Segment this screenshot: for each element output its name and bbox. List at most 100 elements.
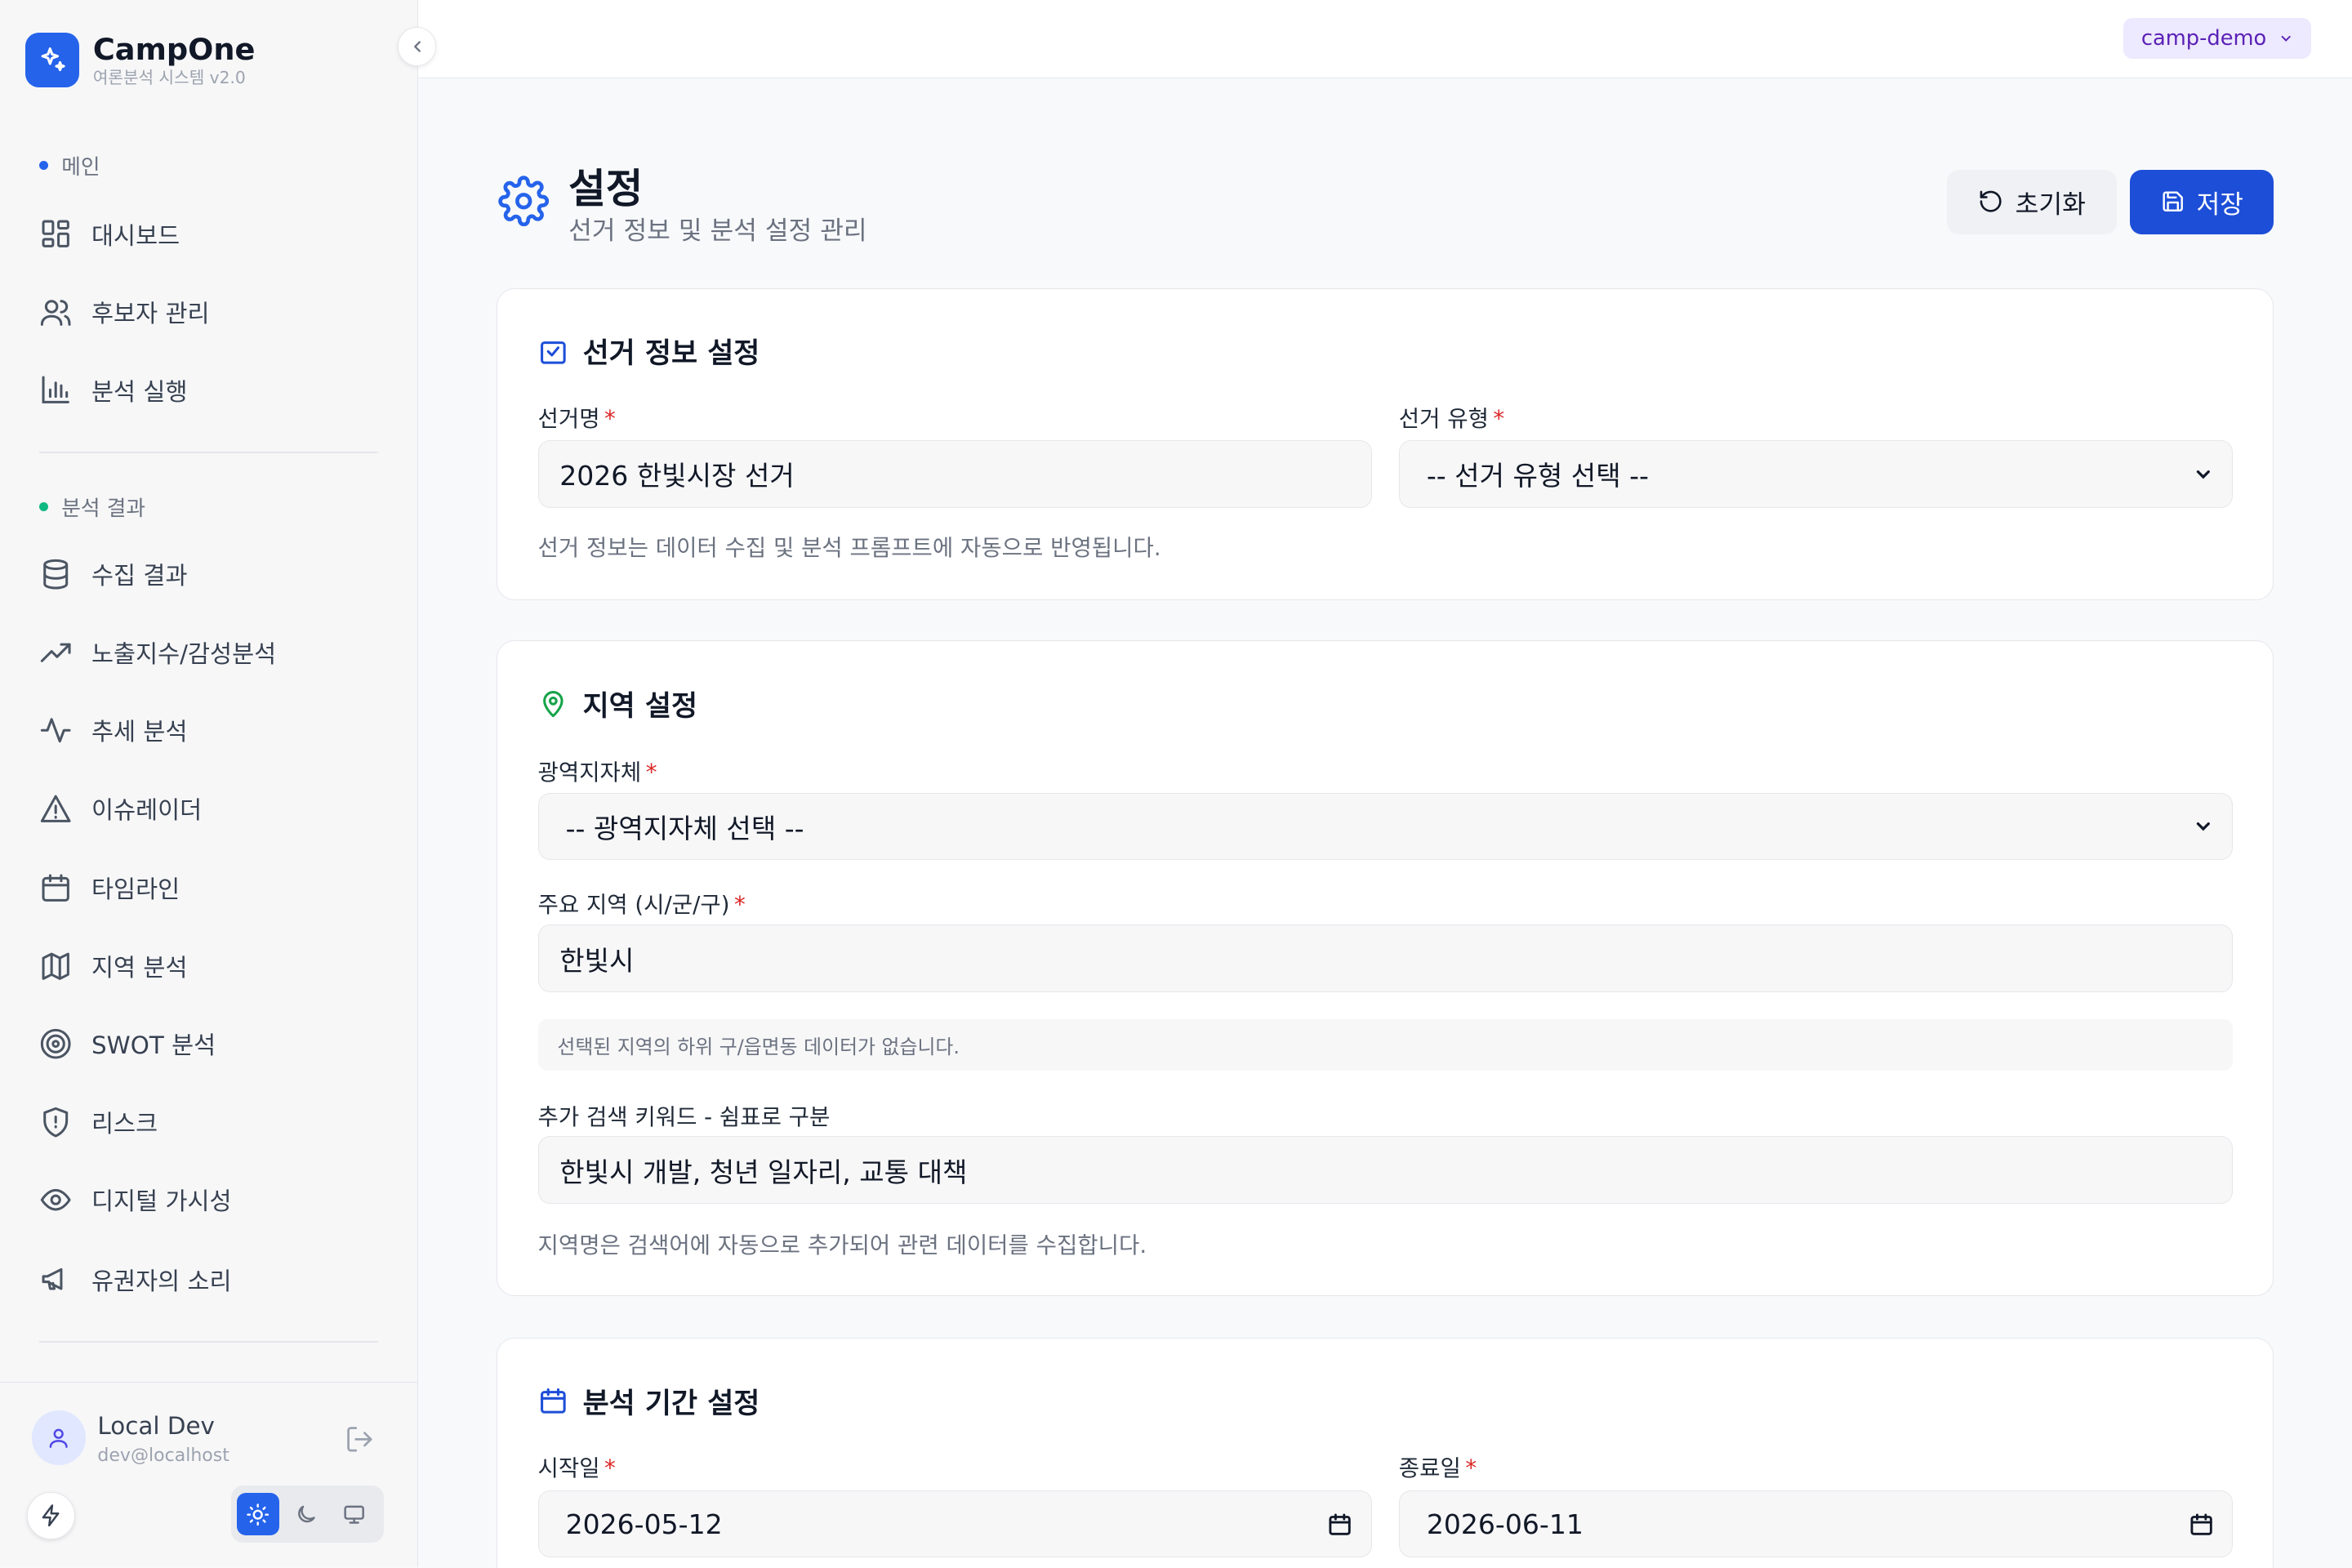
sidebar-item-trend[interactable]: 추세 분석 — [39, 701, 384, 760]
sidebar-item-voter-voice[interactable]: 유권자의 소리 — [39, 1250, 384, 1309]
map-icon — [42, 952, 69, 980]
sun-icon — [247, 1503, 270, 1526]
save-icon — [2162, 191, 2183, 212]
sidebar-item-label: 후보자 관리 — [91, 300, 210, 328]
brand[interactable]: CampOne 여론분석 시스템 v2.0 — [25, 32, 255, 89]
grid-icon — [42, 220, 69, 248]
save-button[interactable]: 저장 — [2130, 169, 2274, 234]
sidebar-item-exposure-sentiment[interactable]: 노출지수/감성분석 — [39, 622, 384, 682]
start-date-input[interactable]: 2026-05-12 — [537, 1490, 1372, 1558]
sidebar-item-label: 분석 실행 — [91, 377, 188, 406]
eye-icon — [40, 1189, 71, 1211]
section-label-results: 분석 결과 — [38, 492, 145, 522]
brand-name: CampOne — [92, 31, 256, 67]
quick-action-button[interactable] — [27, 1491, 75, 1540]
keywords-label: 추가 검색 키워드 - 쉼표로 구분 — [537, 1104, 831, 1131]
topbar: camp-demo — [418, 0, 2352, 78]
tenant-label: camp-demo — [2140, 25, 2267, 51]
sidebar-item-digital-visibility[interactable]: 디지털 가시성 — [39, 1170, 384, 1230]
monitor-icon — [344, 1505, 364, 1524]
sidebar-item-timeline[interactable]: 타임라인 — [39, 858, 384, 918]
chevron-down-icon — [2197, 470, 2211, 479]
region-card: 지역 설정 광역지자체 * -- 광역지자체 선택 -- 주요 지역 (시/군/구… — [496, 640, 2274, 1296]
users-icon — [40, 300, 71, 326]
vote-icon — [540, 341, 566, 364]
sidebar-item-label: 이슈레이더 — [91, 795, 203, 824]
election-type-select[interactable]: -- 선거 유형 선택 -- — [1398, 440, 2233, 508]
city-label: 주요 지역 (시/군/구) * — [537, 891, 746, 918]
sidebar-item-collection[interactable]: 수집 결과 — [39, 545, 384, 604]
election-name-input[interactable]: 2026 한빛시장 선거 — [537, 440, 1372, 508]
moon-icon — [298, 1505, 315, 1522]
target-icon — [40, 1028, 71, 1059]
section-dot — [38, 160, 48, 170]
chevron-down-icon — [2281, 35, 2291, 42]
user-email: dev@localhost — [97, 1445, 229, 1466]
sidebar-item-issue-radar[interactable]: 이슈레이더 — [39, 778, 384, 838]
rotate-ccw-icon — [1980, 191, 2002, 213]
sidebar-item-swot[interactable]: SWOT 분석 — [39, 1014, 384, 1074]
logout-button[interactable] — [345, 1424, 375, 1454]
sidebar-item-label: 노출지수/감성분석 — [91, 639, 277, 668]
sidebar-footer: Local Dev dev@localhost — [0, 1381, 419, 1568]
end-date-label: 종료일 * — [1398, 1455, 1477, 1482]
save-button-label: 저장 — [2196, 189, 2244, 220]
bar-chart-icon — [42, 376, 69, 404]
reset-button[interactable]: 초기화 — [1947, 169, 2117, 234]
reset-button-label: 초기화 — [2015, 189, 2086, 220]
tenant-selector[interactable]: camp-demo — [2123, 18, 2312, 59]
theme-light-button[interactable] — [237, 1493, 279, 1535]
sidebar-item-label: 수집 결과 — [91, 562, 188, 590]
sidebar-item-label: 디지털 가시성 — [91, 1187, 232, 1216]
shield-alert-icon — [42, 1107, 68, 1138]
sidebar-divider — [38, 1341, 378, 1343]
section-label-main: 메인 — [38, 150, 100, 180]
province-select[interactable]: -- 광역지자체 선택 -- — [537, 792, 2233, 861]
sidebar-item-run-analysis[interactable]: 분석 실행 — [39, 360, 384, 420]
page-subtitle: 선거 정보 및 분석 설정 관리 — [568, 216, 867, 247]
election-help-text: 선거 정보는 데이터 수집 및 분석 프롬프트에 자동으로 반영됩니다. — [537, 534, 1161, 561]
collapse-sidebar-button[interactable] — [397, 27, 437, 66]
brand-subtitle: 여론분석 시스템 v2.0 — [92, 67, 246, 87]
election-name-label: 선거명 * — [537, 405, 616, 432]
province-label: 광역지자체 * — [537, 760, 657, 786]
sidebar-item-label: 리스크 — [91, 1109, 158, 1138]
sidebar: CampOne 여론분석 시스템 v2.0 메인 대시보드 후보자 관리 분석 … — [0, 0, 437, 1568]
sidebar-item-label: SWOT 분석 — [91, 1031, 216, 1060]
alert-triangle-icon — [40, 795, 71, 822]
chevron-down-icon — [2197, 822, 2211, 831]
theme-switcher — [230, 1486, 385, 1544]
sidebar-item-label: 지역 분석 — [91, 953, 188, 982]
region-help-text: 지역명은 검색어에 자동으로 추가되어 관련 데이터를 수집합니다. — [537, 1232, 1147, 1258]
activity-icon — [40, 718, 71, 743]
sidebar-item-label: 추세 분석 — [91, 718, 188, 746]
start-date-label: 시작일 * — [537, 1455, 616, 1482]
page-title: 설정 — [568, 165, 644, 213]
sidebar-item-label: 유권자의 소리 — [91, 1267, 232, 1295]
sparkle-logo-icon — [25, 33, 80, 87]
sidebar-item-dashboard[interactable]: 대시보드 — [39, 204, 384, 264]
sidebar-item-region[interactable]: 지역 분석 — [39, 936, 384, 996]
chevron-left-icon — [413, 41, 421, 52]
theme-dark-button[interactable] — [285, 1493, 327, 1535]
analysis-period-card: 분석 기간 설정 시작일 * 2026-05-12 종료일 * 2026-06-11 — [496, 1338, 2274, 1568]
calendar-picker-icon — [2190, 1513, 2212, 1535]
trending-up-icon — [40, 643, 71, 662]
section-dot — [38, 502, 48, 512]
calendar-icon — [42, 874, 69, 902]
theme-system-button[interactable] — [333, 1493, 375, 1535]
map-pin-icon — [542, 691, 564, 718]
keywords-input[interactable]: 한빛시 개발, 청년 일자리, 교통 대책 — [537, 1136, 2233, 1205]
end-date-input[interactable]: 2026-06-11 — [1398, 1490, 2233, 1558]
avatar[interactable] — [31, 1410, 86, 1465]
logout-icon — [347, 1427, 372, 1452]
election-type-label: 선거 유형 * — [1398, 405, 1505, 432]
user-icon — [49, 1428, 68, 1448]
card-title: 지역 설정 — [538, 684, 697, 724]
sidebar-item-candidates[interactable]: 후보자 관리 — [39, 282, 384, 341]
user-name: Local Dev — [97, 1412, 215, 1441]
sidebar-divider — [38, 451, 378, 453]
sidebar-item-risk[interactable]: 리스크 — [39, 1092, 384, 1152]
city-input[interactable]: 한빛시 — [537, 924, 2233, 993]
calendar-picker-icon — [1329, 1513, 1352, 1535]
